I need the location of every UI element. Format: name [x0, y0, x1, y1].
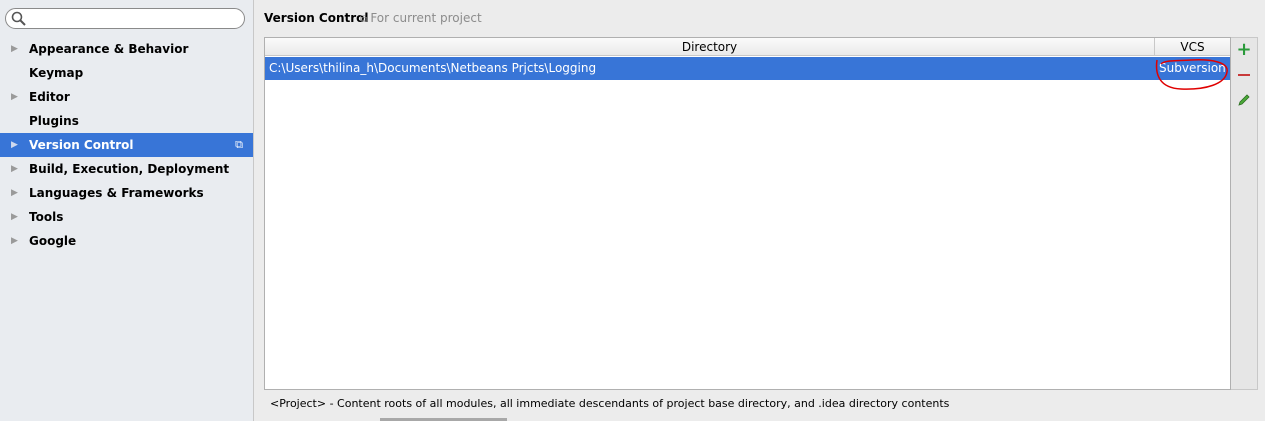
expand-arrow-icon[interactable]: ▶ — [11, 85, 18, 109]
footer-note: <Project> - Content roots of all modules… — [270, 397, 950, 410]
sidebar-item-version-control[interactable]: ▶ Version Control ⧉ — [0, 133, 253, 157]
sidebar-item-appearance[interactable]: ▶ Appearance & Behavior — [0, 37, 253, 61]
settings-sidebar: ▶ Appearance & Behavior Keymap ▶ Editor Pl… — [0, 0, 254, 421]
expand-arrow-icon[interactable]: ▶ — [11, 37, 18, 61]
sidebar-item-keymap[interactable]: Keymap — [0, 61, 253, 85]
project-scope-icon: ⧉ — [235, 138, 243, 151]
scope-text: For current project — [370, 11, 482, 25]
column-header-directory[interactable]: Directory — [265, 38, 1155, 56]
sidebar-item-label: Languages & Frameworks — [29, 186, 204, 200]
sidebar-item-label: Google — [29, 234, 77, 248]
sidebar-item-label: Version Control — [29, 138, 134, 152]
sidebar-item-editor[interactable]: ▶ Editor — [0, 85, 253, 109]
sidebar-item-google[interactable]: ▶ Google — [0, 229, 253, 253]
sidebar-item-label: Plugins — [29, 114, 79, 128]
red-annotation-circle — [1155, 59, 1228, 90]
expand-arrow-icon[interactable]: ▶ — [11, 133, 18, 157]
sidebar-item-label: Appearance & Behavior — [29, 42, 189, 56]
sidebar-item-plugins[interactable]: Plugins — [0, 109, 253, 133]
table-row[interactable]: C:\Users\thilina_h\Documents\Netbeans Pr… — [265, 57, 1230, 80]
expand-arrow-icon[interactable]: ▶ — [11, 229, 18, 253]
expand-arrow-icon[interactable]: ▶ — [11, 181, 18, 205]
scope-label: ⧉ For current project — [360, 11, 482, 25]
edit-pencil-icon[interactable] — [1236, 92, 1252, 108]
sidebar-item-label: Editor — [29, 90, 70, 104]
sidebar-item-tools[interactable]: ▶ Tools — [0, 205, 253, 229]
sidebar-item-label: Build, Execution, Deployment — [29, 162, 230, 176]
table-toolbar: + — [1231, 37, 1258, 390]
search-input[interactable] — [5, 8, 245, 29]
sidebar-item-label: Keymap — [29, 66, 84, 80]
expand-arrow-icon[interactable]: ▶ — [11, 157, 18, 181]
page-title: Version Control — [264, 11, 369, 25]
sidebar-item-build[interactable]: ▶ Build, Execution, Deployment — [0, 157, 253, 181]
remove-icon[interactable] — [1236, 67, 1252, 83]
sidebar-item-label: Tools — [29, 210, 64, 224]
sidebar-item-languages[interactable]: ▶ Languages & Frameworks — [0, 181, 253, 205]
vcs-mappings-table[interactable]: Directory VCS C:\Users\thilina_h\Documen… — [264, 37, 1231, 390]
expand-arrow-icon[interactable]: ▶ — [11, 205, 18, 229]
directory-cell: C:\Users\thilina_h\Documents\Netbeans Pr… — [269, 61, 597, 75]
search-icon — [11, 11, 26, 26]
add-icon[interactable]: + — [1236, 41, 1252, 59]
project-scope-icon: ⧉ — [360, 14, 371, 25]
